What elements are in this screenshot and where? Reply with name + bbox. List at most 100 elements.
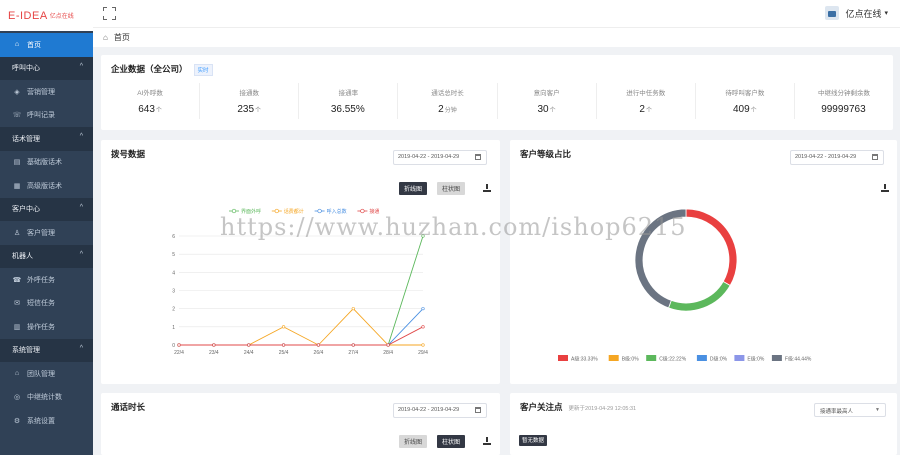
stat-item: 意向客户 30个 bbox=[498, 83, 597, 119]
legend-marker bbox=[274, 208, 279, 214]
company-data-title: 企业数据（全公司） 实时 bbox=[111, 63, 213, 76]
top-bar: 亿点在线 ▾ bbox=[93, 0, 900, 27]
company-stats: AI外呼数 643个 接通数 235个 接通率 36.55% 通话总时长 2分钟 意向客户 30个… bbox=[101, 83, 893, 119]
sidebar-item-label: 基础版话术 bbox=[27, 159, 62, 167]
dial-line-chart: 0 1 2 3 4 5 6 22/4 23/4 24/4 25/4 26/4 27/4 28/4 29/4 界… bbox=[172, 208, 428, 356]
x-tick-label: 23/4 bbox=[209, 350, 219, 356]
grid-icon: ▦ bbox=[13, 182, 21, 190]
x-tick-label: 27/4 bbox=[348, 350, 358, 356]
sidebar-item-customer-management[interactable]: ♙ 客户管理 bbox=[0, 221, 93, 245]
stat-value: 2 bbox=[639, 104, 645, 115]
sidebar-item-label: 营销管理 bbox=[27, 88, 55, 96]
stat-label: 待呼叫客户数 bbox=[725, 90, 765, 97]
sidebar-item-basic-script[interactable]: ▤ 基础版话术 bbox=[0, 151, 93, 175]
x-tick-label: 24/4 bbox=[244, 350, 254, 356]
sidebar: E-IDEA 亿点在线 ⌂ 首页 呼叫中心 ^ ◈ 营销管理 ☏ 呼叫记录 话术… bbox=[0, 0, 93, 455]
stat-label: 意向客户 bbox=[533, 90, 560, 97]
dial-date-range[interactable]: 2019-04-22 - 2019-04-29 bbox=[393, 150, 487, 165]
sidebar-group-label: 客户中心 bbox=[12, 206, 40, 214]
bar-chart-button[interactable]: 柱状图 bbox=[437, 435, 466, 448]
sidebar-group-system[interactable]: 系统管理 ^ bbox=[0, 338, 93, 362]
sidebar-item-label: 短信任务 bbox=[27, 300, 55, 308]
company-data-title-text: 企业数据（全公司） bbox=[111, 64, 188, 74]
customer-level-title: 客户等级占比 bbox=[520, 149, 572, 159]
stat-unit: 个 bbox=[155, 108, 162, 114]
y-tick-label: 2 bbox=[172, 307, 175, 313]
logo[interactable]: E-IDEA 亿点在线 bbox=[0, 0, 93, 31]
stat-label: 接通数 bbox=[239, 90, 259, 97]
stat-value-wrap: 235个 bbox=[200, 104, 298, 115]
sidebar-item-advanced-script[interactable]: ▦ 高级版话术 bbox=[0, 174, 93, 198]
stat-value-wrap: 30个 bbox=[498, 104, 596, 115]
chevron-up-icon: ^ bbox=[79, 203, 83, 211]
download-icon[interactable] bbox=[483, 184, 492, 193]
breadcrumb: ⌂ 首页 bbox=[93, 27, 900, 47]
sidebar-group-label: 话术管理 bbox=[12, 135, 40, 143]
customer-focus-title: 客户关注点 更新于2019-04-29 12:05:31 bbox=[520, 401, 636, 413]
sidebar-item-call-records[interactable]: ☏ 呼叫记录 bbox=[0, 104, 93, 128]
bar-chart-icon: ▥ bbox=[13, 323, 21, 331]
realtime-badge: 实时 bbox=[193, 63, 213, 76]
call-duration-card: 通话时长 2019-04-22 - 2019-04-29 折线图 柱状图 bbox=[101, 393, 500, 455]
legend-swatch bbox=[646, 355, 657, 361]
sidebar-group-label: 机器人 bbox=[12, 253, 33, 261]
sidebar-item-sms-task[interactable]: ✉ 短信任务 bbox=[0, 292, 93, 316]
sidebar-item-trunk-stats[interactable]: ◎ 中继统计数 bbox=[0, 386, 93, 410]
avatar bbox=[825, 6, 840, 20]
sidebar-item-outbound-task[interactable]: ☎ 外呼任务 bbox=[0, 268, 93, 292]
logo-subtext: 亿点在线 bbox=[49, 14, 74, 20]
sidebar-group-call-center[interactable]: 呼叫中心 ^ bbox=[0, 56, 93, 80]
sidebar-group-robot[interactable]: 机器人 ^ bbox=[0, 244, 93, 268]
legend-label: A级:33.33% bbox=[571, 356, 598, 363]
stat-item: 进行中任务数 2个 bbox=[597, 83, 696, 119]
legend-label: D级:0% bbox=[710, 356, 728, 363]
sidebar-item-label: 客户管理 bbox=[27, 229, 55, 237]
legend-swatch bbox=[696, 355, 707, 361]
data-point bbox=[421, 234, 425, 238]
bar-chart-button[interactable]: 柱状图 bbox=[437, 182, 466, 195]
phone-icon: ☏ bbox=[12, 112, 22, 120]
y-tick-label: 6 bbox=[172, 234, 175, 240]
line-chart-button[interactable]: 折线图 bbox=[399, 182, 428, 195]
level-date-range[interactable]: 2019-04-22 - 2019-04-29 bbox=[790, 150, 884, 165]
team-icon: ⌂ bbox=[14, 370, 20, 378]
focus-select[interactable]: 接通率最高人 ▼ bbox=[814, 403, 886, 417]
x-tick-label: 26/4 bbox=[314, 350, 324, 356]
stat-item: 接通数 235个 bbox=[200, 83, 300, 119]
y-tick-label: 1 bbox=[172, 325, 175, 331]
stat-label: 接通率 bbox=[338, 90, 359, 97]
breadcrumb-home[interactable]: 首页 bbox=[114, 32, 130, 43]
y-tick-label: 5 bbox=[172, 252, 175, 258]
line-chart-button[interactable]: 折线图 bbox=[399, 435, 428, 448]
date-range-text: 2019-04-22 - 2019-04-29 bbox=[398, 154, 460, 160]
user-menu[interactable]: 亿点在线 ▾ bbox=[825, 6, 888, 20]
call-duration-title: 通话时长 bbox=[111, 402, 146, 412]
tag-icon: ◈ bbox=[14, 88, 20, 96]
chevron-up-icon: ^ bbox=[79, 62, 83, 70]
duration-date-range[interactable]: 2019-04-22 - 2019-04-29 bbox=[393, 403, 487, 418]
stat-value: 2 bbox=[438, 104, 444, 115]
home-icon: ⌂ bbox=[103, 33, 108, 42]
legend-swatch bbox=[771, 355, 782, 361]
sidebar-item-team[interactable]: ⌂ 团队管理 bbox=[0, 362, 93, 386]
data-point bbox=[351, 343, 355, 347]
customer-focus-title-text: 客户关注点 bbox=[520, 402, 563, 412]
data-point bbox=[247, 343, 251, 347]
download-icon[interactable] bbox=[881, 184, 890, 193]
calendar-icon bbox=[475, 407, 481, 413]
download-icon[interactable] bbox=[483, 437, 492, 446]
sidebar-item-settings[interactable]: ⚙ 系统设置 bbox=[0, 409, 93, 433]
fullscreen-icon[interactable] bbox=[103, 7, 116, 20]
updated-time: 更新于2019-04-29 12:05:31 bbox=[568, 406, 637, 412]
user-icon: ♙ bbox=[13, 229, 21, 237]
sidebar-item-marketing[interactable]: ◈ 营销管理 bbox=[0, 80, 93, 104]
x-tick-label: 28/4 bbox=[383, 350, 393, 356]
stat-value: 643 bbox=[138, 104, 155, 115]
sidebar-item-operation-task[interactable]: ▥ 操作任务 bbox=[0, 315, 93, 339]
stat-item: 待呼叫客户数 409个 bbox=[696, 83, 795, 119]
sidebar-item-home[interactable]: ⌂ 首页 bbox=[0, 33, 93, 57]
outbound-call-icon: ☎ bbox=[12, 276, 22, 284]
sidebar-group-customer-center[interactable]: 客户中心 ^ bbox=[0, 197, 93, 221]
customer-level-donut-chart: A级:33.33% B级:0% C级:22.22% D级:0% E级:0% F级:44.4… bbox=[558, 208, 812, 363]
sidebar-group-scripts[interactable]: 话术管理 ^ bbox=[0, 127, 93, 151]
